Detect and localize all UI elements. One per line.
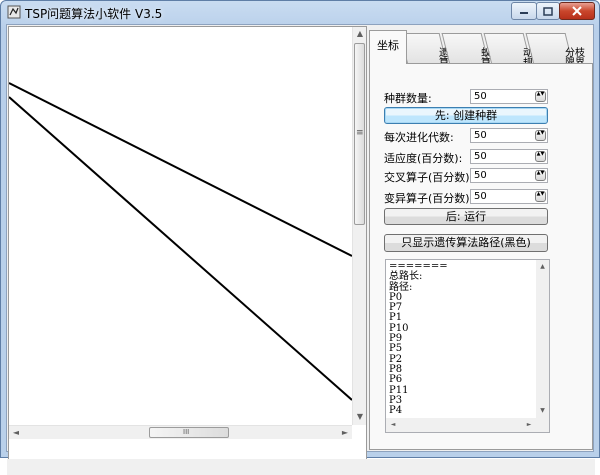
result-output[interactable]: ======= 总路长: 路径: P0 P7 P1 P10 P9 P5 P2 P…	[385, 259, 550, 433]
tab-label: 坐标	[377, 39, 399, 52]
create-population-button[interactable]: 先: 创建种群	[384, 107, 548, 124]
mutation-label: 变异算子(百分数):	[384, 192, 474, 205]
show-ga-path-button[interactable]: 只显示遗传算法路径(黑色)	[384, 234, 548, 252]
population-value: 50	[474, 91, 487, 102]
tab-content: 种群数量: 50 ▲▼ 先: 创建种群 每次进化代数: 50 ▲▼ 适应度(百分…	[369, 63, 593, 450]
scroll-up-icon[interactable]: ▲	[353, 27, 367, 41]
mutation-spinner[interactable]: 50 ▲▼	[470, 189, 548, 204]
control-panel: 坐标 遗传 算法 蚁群 算法 动态 规划 分枝 限界 种群数量: 50	[369, 26, 593, 450]
maximize-icon	[543, 6, 553, 16]
grip-icon: III	[183, 428, 190, 436]
maximize-button[interactable]	[536, 2, 560, 20]
population-label: 种群数量:	[384, 92, 432, 105]
grip-icon: ≡	[356, 128, 364, 138]
crossover-label: 交叉算子(百分数):	[384, 171, 474, 184]
scroll-right-icon[interactable]: ►	[522, 418, 536, 432]
scroll-down-icon[interactable]: ▼	[353, 410, 367, 424]
scroll-down-icon[interactable]: ▼	[536, 404, 549, 418]
client-area: ▲ ≡ ▼ ◄ III ► 坐标 遗传 算法	[6, 24, 595, 475]
close-icon	[572, 6, 582, 16]
output-horizontal-scrollbar[interactable]: ◄ ►	[386, 418, 536, 432]
scroll-up-icon[interactable]: ▲	[536, 260, 549, 274]
population-spinner[interactable]: 50 ▲▼	[470, 89, 548, 104]
drawing-panel: ▲ ≡ ▼ ◄ III ►	[8, 26, 367, 460]
crossover-spinner[interactable]: 50 ▲▼	[470, 168, 548, 183]
output-vertical-scrollbar[interactable]: ▲ ▼	[536, 260, 549, 418]
close-button[interactable]	[559, 2, 595, 20]
generations-value: 50	[474, 130, 487, 141]
spin-arrows-icon[interactable]: ▲▼	[535, 170, 546, 181]
tab-branch-and-bound[interactable]: 分枝 限界	[525, 33, 585, 69]
scroll-corner	[536, 418, 549, 432]
canvas-horizontal-scrollbar[interactable]: ◄ III ►	[9, 425, 352, 439]
scroll-left-icon[interactable]: ◄	[9, 426, 23, 440]
minimize-icon	[520, 12, 528, 14]
tsp-canvas[interactable]	[9, 27, 352, 425]
scroll-left-icon[interactable]: ◄	[386, 418, 400, 432]
tab-coordinates[interactable]: 坐标	[369, 30, 407, 64]
window-title: TSP问题算法小软件 V3.5	[25, 7, 163, 21]
title-bar[interactable]: TSP问题算法小软件 V3.5	[1, 1, 599, 23]
vertical-scroll-thumb[interactable]: ≡	[354, 43, 365, 225]
run-button[interactable]: 后: 运行	[384, 208, 548, 225]
result-text: ======= 总路长: 路径: P0 P7 P1 P10 P9 P5 P2 P…	[389, 262, 448, 417]
minimize-button[interactable]	[511, 2, 537, 20]
fitness-value: 50	[474, 151, 487, 162]
fitness-label: 适应度(百分数):	[384, 152, 463, 165]
canvas-vertical-scrollbar[interactable]: ▲ ≡ ▼	[352, 27, 366, 425]
crossover-value: 50	[474, 170, 487, 181]
tab-dynamic-programming[interactable]: 动态 规划	[483, 33, 543, 69]
generations-spinner[interactable]: 50 ▲▼	[470, 128, 548, 143]
algorithm-tabs: 坐标 遗传 算法 蚁群 算法 动态 规划 分枝 限界	[369, 30, 593, 69]
spin-arrows-icon[interactable]: ▲▼	[535, 130, 546, 141]
path-segment	[9, 82, 352, 257]
main-window: TSP问题算法小软件 V3.5 ▲ ≡ ▼ ◄ III ► 坐标 分枝 种群数量…	[0, 0, 600, 475]
spin-arrows-icon[interactable]: ▲▼	[535, 91, 546, 102]
generations-label: 每次进化代数:	[384, 131, 454, 144]
spin-arrows-icon[interactable]: ▲▼	[535, 151, 546, 162]
mutation-value: 50	[474, 191, 487, 202]
tab-ant-colony[interactable]: 蚁群 算法	[441, 33, 501, 69]
fitness-spinner[interactable]: 50 ▲▼	[470, 149, 548, 164]
status-bar	[7, 459, 595, 475]
app-icon	[7, 5, 21, 19]
scroll-right-icon[interactable]: ►	[338, 426, 352, 440]
horizontal-scroll-thumb[interactable]: III	[149, 427, 229, 438]
spin-arrows-icon[interactable]: ▲▼	[535, 191, 546, 202]
path-segment	[9, 96, 352, 401]
